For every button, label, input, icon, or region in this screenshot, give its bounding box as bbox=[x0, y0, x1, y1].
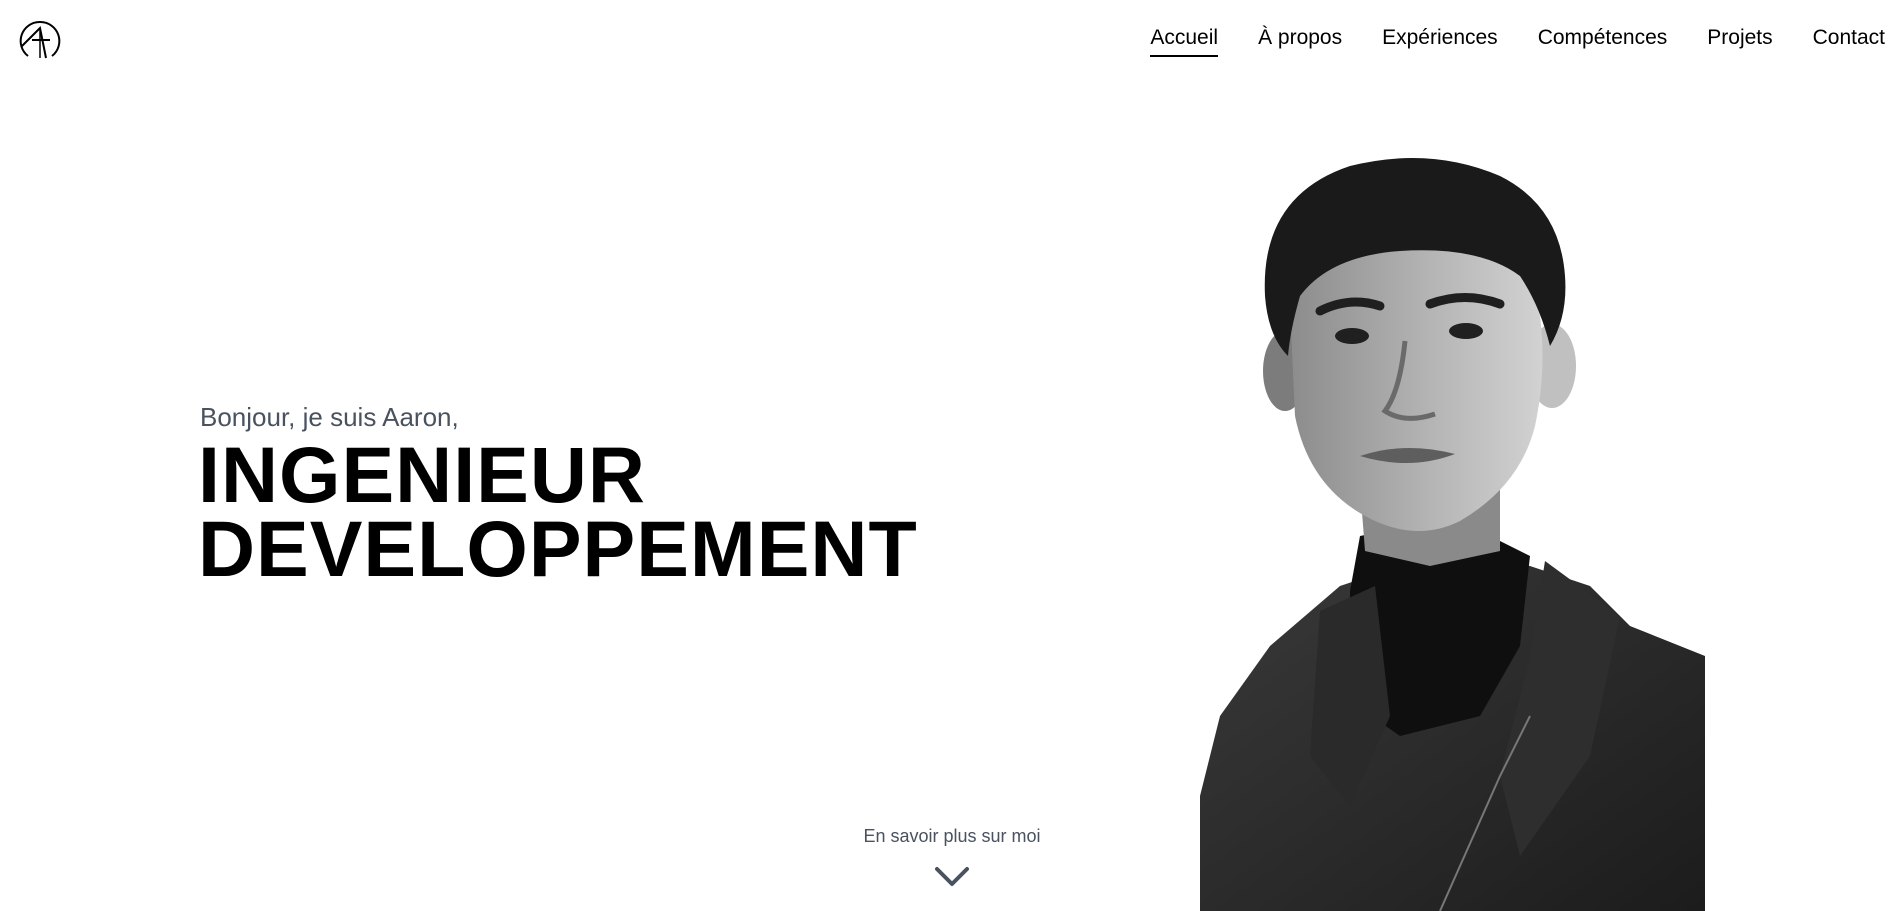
nav-item-competences[interactable]: Compétences bbox=[1538, 24, 1668, 55]
nav-item-accueil[interactable]: Accueil bbox=[1150, 24, 1219, 57]
site-header: Accueil À propos Expériences Compétences… bbox=[0, 0, 1901, 80]
chevron-down-icon[interactable] bbox=[934, 866, 970, 888]
main-nav: Accueil À propos Expériences Compétences… bbox=[1110, 24, 1885, 57]
nav-item-contact[interactable]: Contact bbox=[1813, 24, 1885, 55]
nav-item-a-propos[interactable]: À propos bbox=[1258, 24, 1342, 55]
hero-title: INGENIEUR DEVELOPPEMENT bbox=[198, 430, 918, 593]
hero-title-line-1: INGENIEUR bbox=[198, 430, 646, 519]
scroll-down-link[interactable]: En savoir plus sur moi bbox=[852, 824, 1052, 888]
scroll-down-label: En savoir plus sur moi bbox=[863, 826, 1041, 846]
portrait-photo bbox=[1200, 158, 1705, 911]
nav-item-experiences[interactable]: Expériences bbox=[1382, 24, 1498, 55]
page: Accueil À propos Expériences Compétences… bbox=[0, 0, 1901, 911]
monogram-logo-icon[interactable] bbox=[18, 18, 62, 62]
hero-greeting: Bonjour, je suis Aaron, bbox=[200, 402, 459, 432]
nav-item-projets[interactable]: Projets bbox=[1707, 24, 1772, 55]
hero-title-line-2: DEVELOPPEMENT bbox=[198, 504, 918, 593]
